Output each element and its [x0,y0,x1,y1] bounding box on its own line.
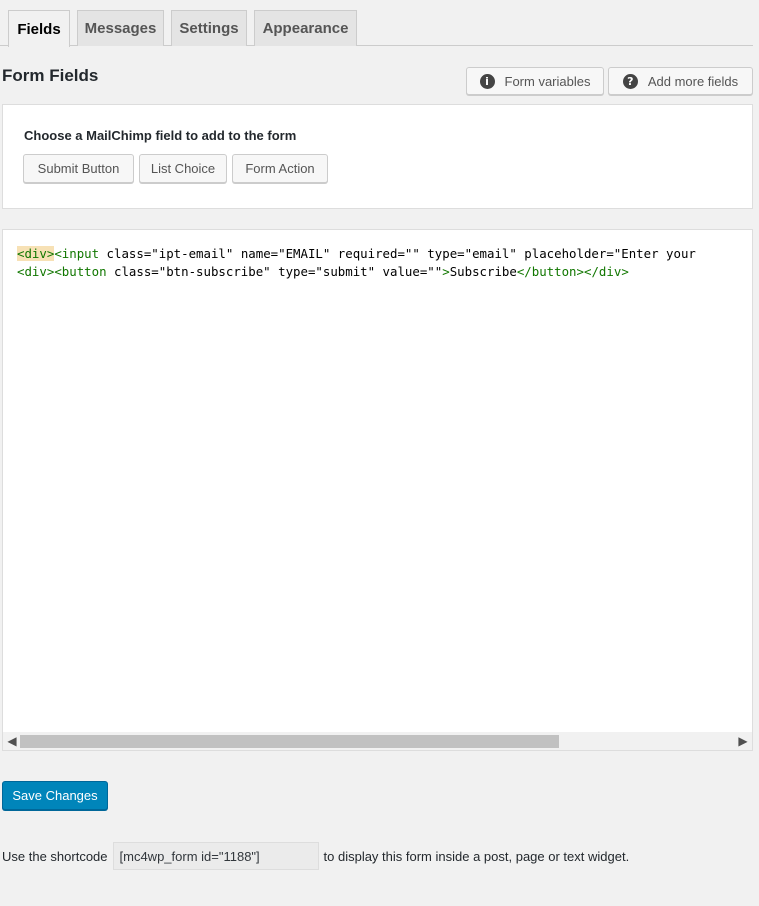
shortcode-field[interactable] [112,842,319,870]
tab-settings[interactable]: Settings [171,10,247,46]
page-title: Form Fields [2,66,99,85]
add-more-fields-button[interactable]: ? Add more fields [608,67,753,95]
save-changes-button[interactable]: Save Changes [2,781,108,810]
scrollbar-thumb[interactable] [20,735,559,748]
help-icon: ? [622,73,638,89]
form-variables-button[interactable]: i Form variables [466,67,604,95]
form-code-editor[interactable]: <div><input class="ipt-email" name="EMAI… [2,229,753,751]
tab-fields[interactable]: Fields [8,10,70,47]
chevron-right-icon[interactable]: ▶ [735,733,751,749]
shortcode-suffix: to display this form inside a post, page… [323,848,630,864]
add-submit-button-field[interactable]: Submit Button [23,154,134,183]
add-list-choice-field[interactable]: List Choice [139,154,227,183]
tab-bar: Fields Messages Settings Appearance [0,0,753,47]
form-variables-label: Form variables [504,73,591,89]
chevron-left-icon[interactable]: ◀ [4,733,20,749]
shortcode-prefix: Use the shortcode [2,848,108,864]
add-form-action-field[interactable]: Form Action [232,154,328,183]
field-chooser-title: Choose a MailChimp field to add to the f… [24,128,297,143]
tab-messages[interactable]: Messages [77,10,164,46]
code-line: <div><input class="ipt-email" name="EMAI… [17,246,696,261]
tab-appearance[interactable]: Appearance [254,10,357,46]
code-line: <div><button class="btn-subscribe" type=… [17,264,629,279]
code-content[interactable]: <div><input class="ipt-email" name="EMAI… [17,245,696,281]
field-chooser-panel: Choose a MailChimp field to add to the f… [2,104,753,209]
add-more-fields-label: Add more fields [647,73,739,89]
info-icon: i [479,73,495,89]
horizontal-scrollbar[interactable]: ◀ ▶ [3,732,752,750]
shortcode-row: Use the shortcode to display this form i… [2,842,629,870]
